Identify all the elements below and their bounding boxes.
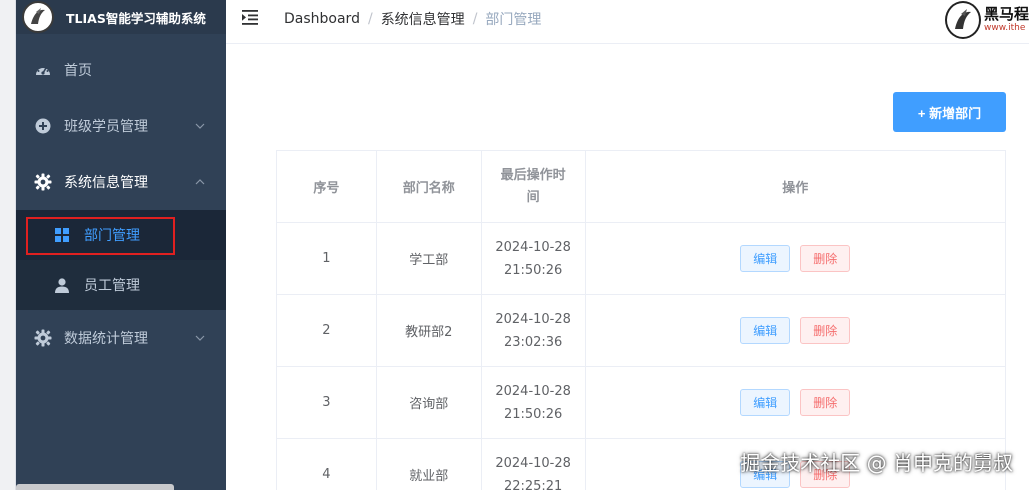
row-date: 2024-10-28	[495, 311, 571, 327]
plus-circle-icon	[34, 117, 52, 135]
column-header-name: 部门名称	[377, 151, 482, 222]
sidebar-item-department[interactable]: 部门管理	[16, 210, 226, 260]
chevron-up-icon	[195, 179, 205, 185]
menu-fold-icon[interactable]	[242, 9, 260, 25]
dashboard-icon	[34, 61, 52, 79]
add-department-button[interactable]: + 新增部门	[893, 92, 1006, 132]
row-actions: 编辑 删除	[586, 295, 1006, 366]
row-date: 2024-10-28	[495, 239, 571, 255]
table-row: 1 学工部 2024-10-28 21:50:26 编辑 删除	[277, 223, 1006, 295]
submenu-system-info: 部门管理 员工管理	[16, 210, 226, 310]
user-icon	[54, 277, 70, 293]
column-header-updated: 最后操作时间	[482, 151, 586, 222]
row-updated-time: 2024-10-28 21:50:26	[482, 223, 586, 294]
brand-url: www.ithe	[983, 23, 1026, 33]
row-time: 21:50:26	[503, 262, 563, 278]
delete-button[interactable]: 删除	[800, 389, 851, 416]
row-time: 23:02:36	[503, 334, 563, 350]
logo-bar: TLIAS智能学习辅助系统	[16, 0, 226, 34]
sidebar-item-label: 数据统计管理	[64, 331, 148, 347]
watermark-text: 掘金技术社区 @ 肖申克的舅叔	[740, 451, 1013, 475]
column-header-updated-label: 最后操作时间	[500, 167, 566, 205]
row-updated-time: 2024-10-28 22:25:21	[482, 439, 586, 490]
header: Dashboard / 系统信息管理 / 部门管理 黑马程 www.ithe	[226, 0, 1029, 44]
sidebar-item-label: 系统信息管理	[64, 175, 148, 191]
table-row: 3 咨询部 2024-10-28 21:50:26 编辑 删除	[277, 367, 1006, 439]
row-department-name: 咨询部	[377, 367, 482, 438]
row-index: 4	[277, 439, 377, 490]
row-updated-time: 2024-10-28 21:50:26	[482, 367, 586, 438]
row-actions: 编辑 删除	[586, 367, 1006, 438]
app-window: TLIAS智能学习辅助系统 首页 班级学员管理 系统信息管理 部门管理 员工管理…	[0, 0, 1029, 490]
row-index: 2	[277, 295, 377, 366]
department-table: 序号 部门名称 最后操作时间 操作 1 学工部 2024-10-28 21:50:…	[276, 150, 1006, 490]
row-department-name: 教研部2	[377, 295, 482, 366]
sidebar-item-label: 员工管理	[84, 278, 140, 294]
gear-icon	[34, 173, 52, 191]
row-actions: 编辑 删除	[586, 223, 1006, 294]
brand-name: 黑马程	[983, 5, 1029, 23]
row-date: 2024-10-28	[495, 383, 571, 399]
delete-button[interactable]: 删除	[800, 245, 851, 272]
edit-button[interactable]: 编辑	[740, 389, 791, 416]
row-date: 2024-10-28	[495, 455, 571, 471]
sidebar: TLIAS智能学习辅助系统 首页 班级学员管理 系统信息管理 部门管理 员工管理…	[16, 0, 226, 490]
sidebar-item-home[interactable]: 首页	[16, 42, 226, 98]
row-time: 21:50:26	[503, 406, 563, 422]
row-department-name: 学工部	[377, 223, 482, 294]
sidebar-item-label: 班级学员管理	[64, 119, 148, 135]
breadcrumb-item[interactable]: Dashboard	[284, 11, 360, 27]
breadcrumb-separator: /	[472, 11, 478, 27]
breadcrumb-separator: /	[367, 11, 373, 27]
highlight-box	[26, 217, 175, 255]
row-index: 1	[277, 223, 377, 294]
window-edge	[0, 0, 16, 490]
sidebar-item-employee[interactable]: 员工管理	[16, 260, 226, 310]
table-header-row: 序号 部门名称 最后操作时间 操作	[277, 151, 1006, 223]
app-title: TLIAS智能学习辅助系统	[66, 10, 206, 26]
row-updated-time: 2024-10-28 23:02:36	[482, 295, 586, 366]
chevron-down-icon	[195, 123, 205, 129]
row-index: 3	[277, 367, 377, 438]
edit-button[interactable]: 编辑	[740, 317, 791, 344]
sidebar-item-statistics[interactable]: 数据统计管理	[16, 310, 226, 366]
delete-button[interactable]: 删除	[800, 317, 851, 344]
row-department-name: 就业部	[377, 439, 482, 490]
chevron-down-icon	[195, 335, 205, 341]
scrollbar-horizontal[interactable]	[16, 484, 174, 490]
column-header-index: 序号	[277, 151, 377, 222]
sidebar-item-class-students[interactable]: 班级学员管理	[16, 98, 226, 154]
brand-logo: 黑马程 www.ithe	[945, 0, 1029, 40]
table-row: 2 教研部2 2024-10-28 23:02:36 编辑 删除	[277, 295, 1006, 367]
column-header-actions: 操作	[586, 151, 1006, 222]
breadcrumb-current: 部门管理	[485, 12, 542, 28]
brand-horse-icon	[945, 1, 981, 39]
sidebar-item-label: 首页	[64, 63, 92, 79]
row-time: 22:25:21	[503, 478, 563, 490]
edit-button[interactable]: 编辑	[740, 245, 791, 272]
logo-icon	[22, 1, 54, 33]
sidebar-item-system-info[interactable]: 系统信息管理	[16, 154, 226, 210]
breadcrumb-item[interactable]: 系统信息管理	[381, 9, 465, 29]
breadcrumb: Dashboard / 系统信息管理 / 部门管理	[284, 9, 541, 29]
gear-icon	[34, 329, 52, 347]
